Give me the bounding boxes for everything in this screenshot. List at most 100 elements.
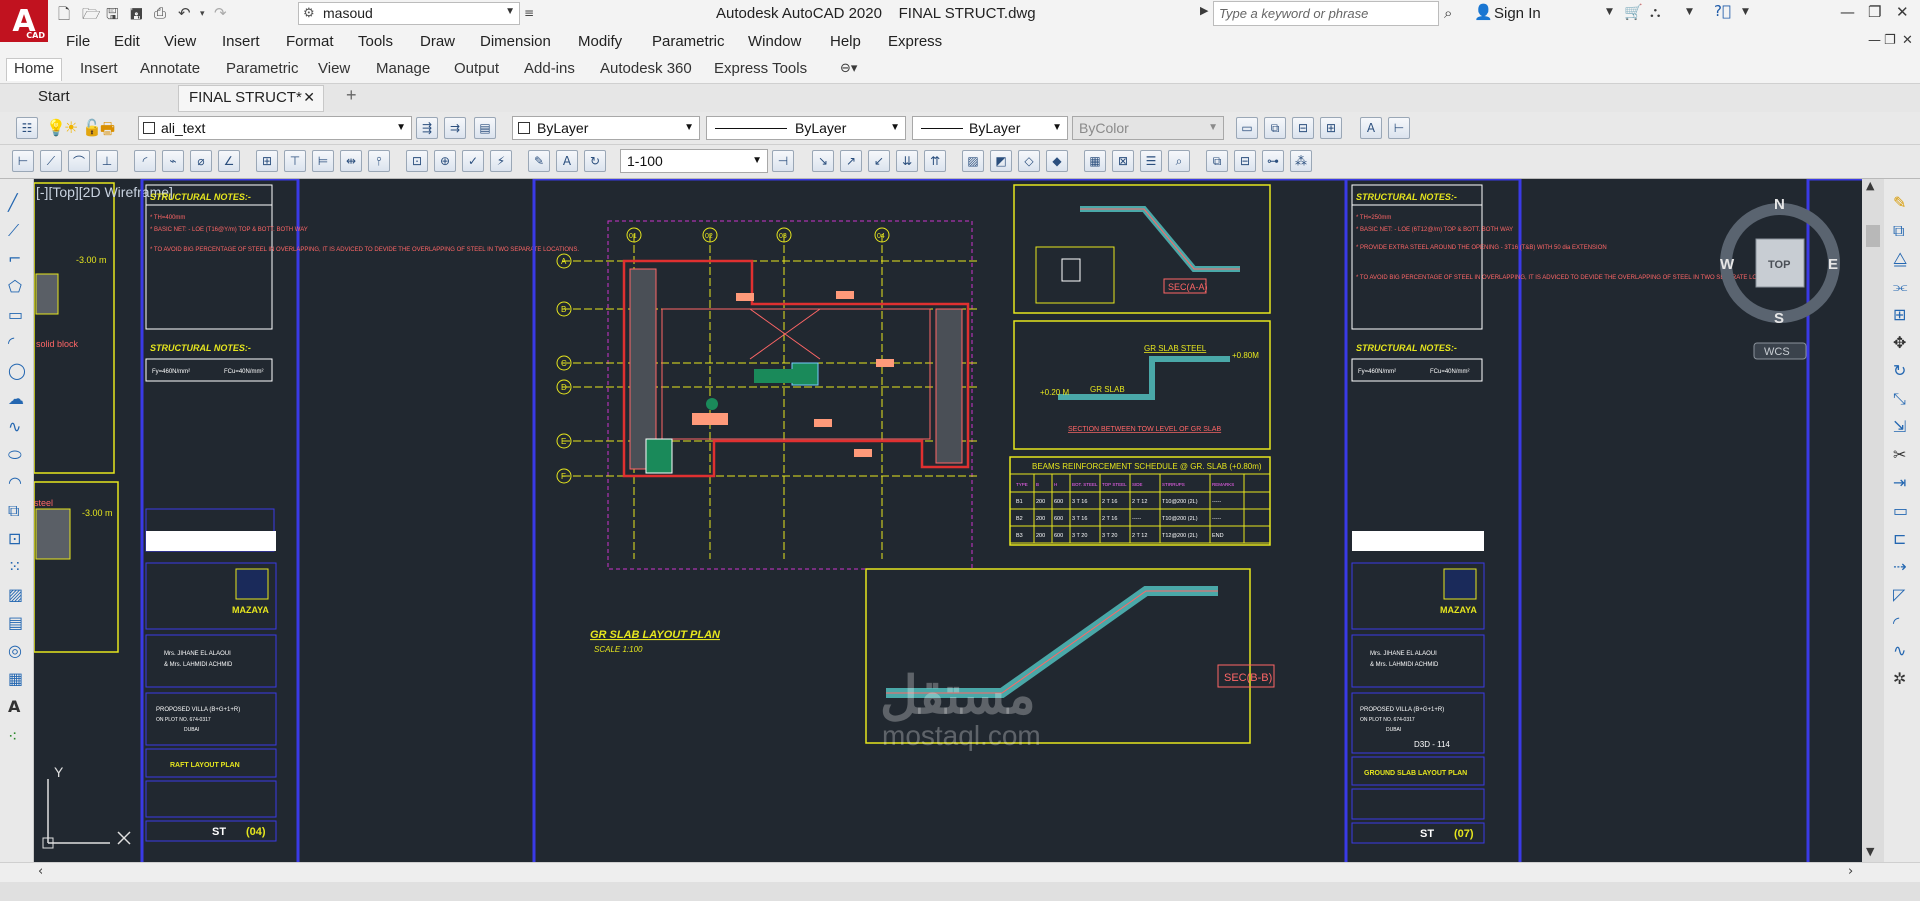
compass-west[interactable]: W xyxy=(1720,256,1735,273)
dim-update-icon[interactable]: ↻ xyxy=(584,150,606,172)
hatch-icon[interactable]: ▨ xyxy=(962,150,984,172)
boundary-icon[interactable]: ◇ xyxy=(1018,150,1040,172)
doc-close-icon[interactable]: ✕ xyxy=(1902,33,1913,48)
doc-minimize-icon[interactable]: — xyxy=(1868,33,1881,48)
chevron-down-icon[interactable]: ▼ xyxy=(1742,7,1749,17)
lineweight-select[interactable]: ByLayer ▼ xyxy=(912,116,1068,140)
ellipse-arc-icon[interactable]: ◠ xyxy=(8,473,22,492)
jogged-dim-icon[interactable]: ⌁ xyxy=(162,150,184,172)
copy-icon[interactable]: ⧉ xyxy=(1893,221,1904,241)
continue-dim-icon[interactable]: ⊨ xyxy=(312,150,334,172)
doc-restore-icon[interactable]: ❐ xyxy=(1884,33,1896,48)
drawing-canvas[interactable]: -3.00 m -3.00 m solid block steel [-][To… xyxy=(34,179,1862,862)
offset-icon[interactable]: ⫘ xyxy=(1893,277,1907,297)
viewport-four-icon[interactable]: ⊞ xyxy=(1320,117,1342,139)
tab-add-ins[interactable]: Add-ins xyxy=(524,60,575,77)
menu-view[interactable]: View xyxy=(164,33,196,50)
polygon-icon[interactable]: ⬠ xyxy=(8,277,22,296)
layer-select[interactable]: ali_text ▼ xyxy=(138,116,412,140)
menu-file[interactable]: File xyxy=(66,33,90,50)
group-select-icon[interactable]: ⁂ xyxy=(1290,150,1312,172)
arc-length-icon[interactable]: ⌒ xyxy=(68,150,90,172)
hatch-icon[interactable]: ▨ xyxy=(8,585,23,604)
break-at-point-icon[interactable]: ⊏ xyxy=(1893,529,1906,548)
arc-icon[interactable]: ◜ xyxy=(8,333,14,352)
layer-on-icon[interactable]: 💡 xyxy=(46,118,66,137)
linetype-select[interactable]: ByLayer ▼ xyxy=(706,116,906,140)
undo-icon[interactable]: ↶ xyxy=(178,4,191,22)
move-icon[interactable]: ✥ xyxy=(1893,333,1906,352)
scroll-right-icon[interactable]: › xyxy=(1848,864,1853,879)
viewcube-top-label[interactable]: TOP xyxy=(1768,259,1790,271)
open-icon[interactable]: 🗁 xyxy=(82,4,101,29)
layer-lock-icon[interactable]: 🔓 xyxy=(82,118,102,137)
layer-thaw-icon[interactable]: ☀ xyxy=(64,118,78,137)
baseline-dim-icon[interactable]: ⊤ xyxy=(284,150,306,172)
restore-icon[interactable]: ❐ xyxy=(1868,3,1881,21)
group-edit-icon[interactable]: ⊶ xyxy=(1262,150,1284,172)
redo-icon[interactable]: ↷ xyxy=(214,4,227,22)
chamfer-icon[interactable]: ◸ xyxy=(1893,585,1905,604)
break-icon[interactable]: ▭ xyxy=(1893,501,1908,520)
dim-break-icon[interactable]: ⫯ xyxy=(368,150,390,172)
tab-autodesk-360[interactable]: Autodesk 360 xyxy=(600,60,692,77)
gradient-icon[interactable]: ◩ xyxy=(990,150,1012,172)
circle-icon[interactable]: ◯ xyxy=(8,361,26,380)
menu-express[interactable]: Express xyxy=(888,33,942,50)
menu-draw[interactable]: Draw xyxy=(420,33,455,50)
tab-start[interactable]: Start xyxy=(38,88,70,105)
multileader-icon[interactable]: ↘ xyxy=(812,150,834,172)
cart-icon[interactable]: 🛒 xyxy=(1624,3,1643,21)
menu-help[interactable]: Help xyxy=(830,33,861,50)
quick-dim-icon[interactable]: ⊞ xyxy=(256,150,278,172)
ellipse-icon[interactable]: ⬭ xyxy=(8,445,22,465)
help-icon[interactable]: ?⃝ xyxy=(1714,2,1731,20)
trim-icon[interactable]: ✂ xyxy=(1893,445,1906,464)
remove-leader-icon[interactable]: ↙ xyxy=(868,150,890,172)
explode-icon[interactable]: ✲ xyxy=(1893,669,1906,688)
angular-dim-icon[interactable]: ∠ xyxy=(218,150,240,172)
insert-block-icon[interactable]: ⧉ xyxy=(8,501,19,521)
dim-style-icon[interactable]: ⊣ xyxy=(772,150,794,172)
dim-text-edit-icon[interactable]: A xyxy=(556,150,578,172)
add-leader-icon[interactable]: ↗ xyxy=(840,150,862,172)
mirror-icon[interactable]: ⧋ xyxy=(1893,249,1907,269)
array-icon[interactable]: ⊞ xyxy=(1893,305,1906,324)
menu-window[interactable]: Window xyxy=(748,33,801,50)
layer-plot-icon[interactable]: 🖶 xyxy=(100,118,115,145)
help-search-input[interactable]: Type a keyword or phrase xyxy=(1213,1,1439,26)
inspect-icon[interactable]: ✓ xyxy=(462,150,484,172)
menu-format[interactable]: Format xyxy=(286,33,334,50)
point-icon[interactable]: ⁙ xyxy=(8,557,21,576)
app-menu-button[interactable]: A CAD xyxy=(0,0,48,42)
center-mark-icon[interactable]: ⊕ xyxy=(434,150,456,172)
tolerance-icon[interactable]: ⊡ xyxy=(406,150,428,172)
revcloud-icon[interactable]: ☁ xyxy=(8,389,24,408)
viewport-single-icon[interactable]: ▭ xyxy=(1236,117,1258,139)
radius-dim-icon[interactable]: ◜ xyxy=(134,150,156,172)
minimize-icon[interactable]: — xyxy=(1840,3,1855,21)
sign-in-link[interactable]: Sign In xyxy=(1494,5,1541,22)
viewport-two-icon[interactable]: ⧉ xyxy=(1264,117,1286,139)
dim-edit-icon[interactable]: ✎ xyxy=(528,150,550,172)
menu-edit[interactable]: Edit xyxy=(114,33,140,50)
group-icon[interactable]: ⧉ xyxy=(1206,150,1228,172)
zoom-icon[interactable]: ⌕ xyxy=(1168,150,1190,172)
tab-home[interactable]: Home xyxy=(6,58,63,81)
construction-line-icon[interactable]: ⟋ xyxy=(8,221,19,241)
diameter-dim-icon[interactable]: ⌀ xyxy=(190,150,212,172)
table-icon[interactable]: ▦ xyxy=(8,669,23,688)
undo-dropdown-icon[interactable]: ▾ xyxy=(200,9,205,19)
polyline-icon[interactable]: ⌐ xyxy=(8,249,21,268)
scroll-left-icon[interactable]: ‹ xyxy=(38,864,43,879)
join-icon[interactable]: ⇢ xyxy=(1893,557,1906,576)
layer-properties-icon[interactable]: ☷ xyxy=(16,117,38,139)
customize-toolbar-icon[interactable]: ≡ xyxy=(524,6,534,20)
erase-icon[interactable]: ✎ xyxy=(1893,193,1906,212)
rotate-icon[interactable]: ↻ xyxy=(1893,361,1906,380)
horizontal-scrollbar[interactable]: ‹ › xyxy=(0,862,1920,882)
chevron-down-icon[interactable]: ▼ xyxy=(1606,7,1613,17)
spline-icon[interactable]: ∿ xyxy=(8,417,21,436)
properties-icon[interactable]: ☰ xyxy=(1140,150,1162,172)
tab-output[interactable]: Output xyxy=(454,60,499,77)
